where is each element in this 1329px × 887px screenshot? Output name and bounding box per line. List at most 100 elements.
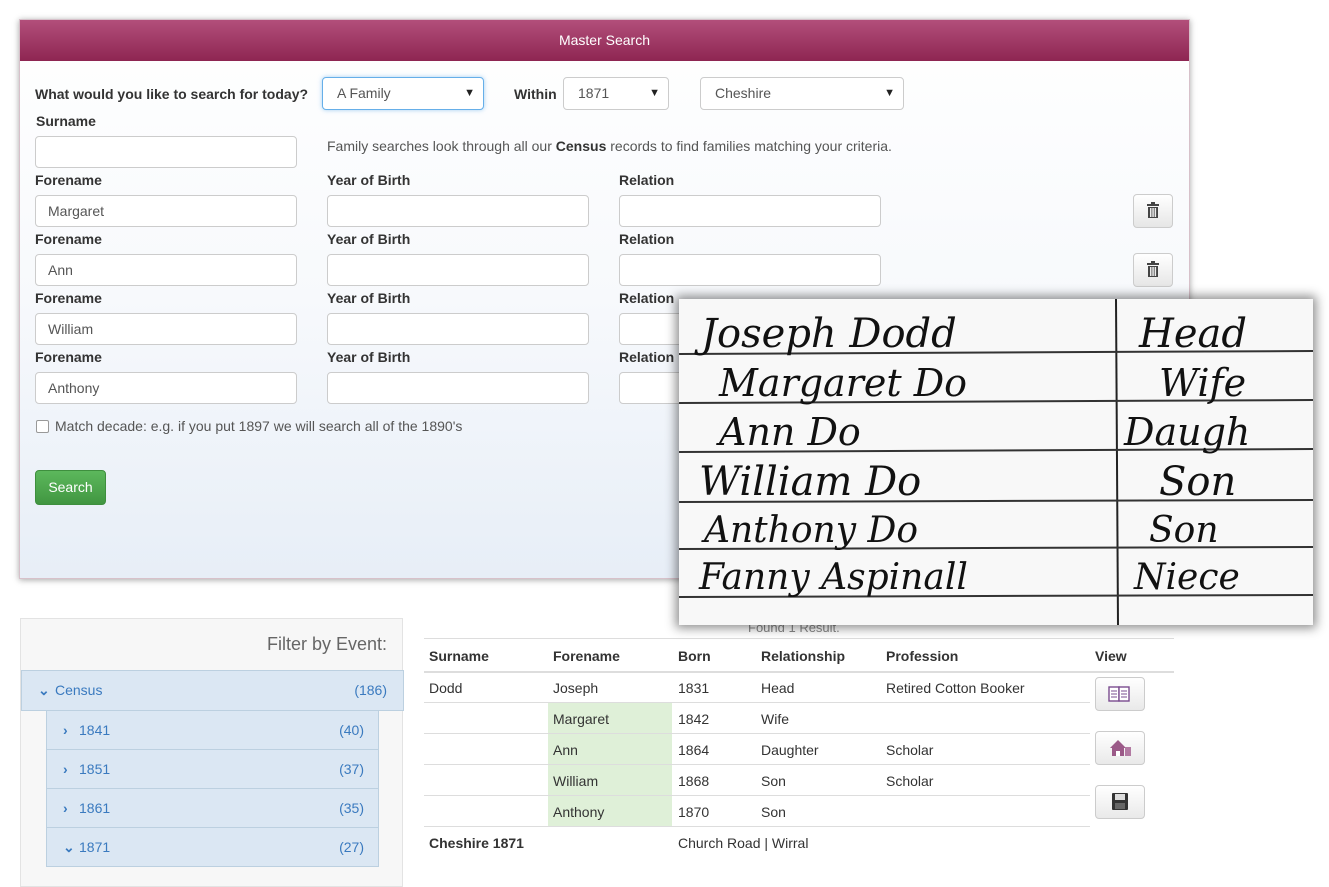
floppy-disk-icon [1112,793,1128,810]
cell-born: 1831 [678,680,710,696]
census-name: Fanny Aspinall [698,557,968,598]
row-divider [424,733,1090,734]
row-divider [424,764,1090,765]
cell-born: 1842 [678,711,710,727]
cell-profession: Retired Cotton Booker [886,680,1025,696]
view-transcript-button[interactable] [1095,677,1145,711]
cell-forename: Anthony [553,804,605,820]
filter-year-label: 1871 [79,839,111,855]
census-relation: Head [1138,311,1247,357]
census-image-overlay: Joseph Dodd Head Margaret Do Wife Ann Do… [679,299,1313,625]
match-decade-checkbox[interactable] [36,420,49,433]
header-divider [424,671,1174,673]
census-name: Ann Do [716,410,861,454]
county-value: Cheshire [715,85,772,101]
header-forename: Forename [553,648,620,664]
surname-label: Surname [36,113,96,129]
forename-label: Forename [35,172,102,188]
info-prefix: Family searches look through all our [327,138,556,154]
within-label: Within [514,86,557,102]
row-divider [424,702,1090,703]
forename-input[interactable]: Margaret [35,195,297,227]
chevron-down-icon: ▼ [649,87,660,99]
footer-address: Church Road | Wirral [678,835,809,851]
surname-input[interactable] [35,136,297,168]
forename-input[interactable]: Anthony [35,372,297,404]
yob-label: Year of Birth [327,290,411,306]
census-relation: Niece [1133,557,1240,598]
cell-profession: Scholar [886,773,934,789]
header-born: Born [678,648,711,664]
remove-row-button[interactable] [1133,194,1173,228]
cell-relationship: Head [761,680,795,696]
filter-year-1861[interactable]: › 1861 (35) [46,788,379,828]
yob-input[interactable] [327,254,589,286]
info-suffix: records to find families matching your c… [606,138,892,154]
forename-input[interactable]: Ann [35,254,297,286]
view-household-button[interactable] [1095,731,1145,765]
row-divider [424,795,1090,796]
census-name: Anthony Do [701,510,918,551]
search-question: What would you like to search for today? [35,86,309,102]
county-select[interactable]: Cheshire ▼ [700,77,904,110]
filter-year-1871[interactable]: ⌄ 1871 (27) [46,827,379,867]
forename-label: Forename [35,290,102,306]
chevron-down-icon: ▼ [464,87,475,99]
relation-label: Relation [619,172,675,188]
census-handwriting-image: Joseph Dodd Head Margaret Do Wife Ann Do… [679,299,1313,625]
year-value: 1871 [578,85,610,101]
cell-forename: Margaret [553,711,610,727]
search-type-value: A Family [337,85,391,101]
house-icon [1110,740,1131,756]
chevron-down-icon: ⌄ [38,682,50,698]
cell-relationship: Son [761,773,786,789]
chevron-right-icon: › [63,761,68,777]
cell-forename: William [553,773,599,789]
search-button[interactable]: Search [35,470,106,505]
filter-year-count: (35) [339,800,364,816]
filter-year-label: 1841 [79,722,111,738]
cell-profession: Scholar [886,742,934,758]
filter-census-count: (186) [354,682,387,698]
census-name: Joseph Dodd [694,311,957,357]
header-view: View [1095,648,1127,664]
trash-icon [1147,202,1159,218]
year-select[interactable]: 1871 ▼ [563,77,669,110]
chevron-down-icon: ⌄ [63,839,75,855]
cell-born: 1868 [678,773,710,789]
relation-label: Relation [619,349,675,365]
filter-year-count: (37) [339,761,364,777]
cell-forename: Joseph [553,680,599,696]
relation-label: Relation [619,231,675,247]
yob-input[interactable] [327,313,589,345]
filter-year-1841[interactable]: › 1841 (40) [46,710,379,750]
save-record-button[interactable] [1095,785,1145,819]
info-bold: Census [555,138,607,154]
filter-census[interactable]: ⌄ Census (186) [21,670,404,711]
census-name: William Do [699,459,921,505]
forename-label: Forename [35,231,102,247]
filter-year-count: (27) [339,839,364,855]
table-top-divider [424,638,1174,639]
forename-input[interactable]: William [35,313,297,345]
filter-year-1851[interactable]: › 1851 (37) [46,749,379,789]
panel-title: Master Search [20,20,1189,61]
transcript-icon [1108,686,1130,702]
chevron-down-icon: ▼ [884,87,895,99]
row-divider [424,826,1090,827]
cell-born: 1870 [678,804,710,820]
header-relationship: Relationship [761,648,846,664]
census-relation: Daugh [1123,410,1250,454]
relation-input[interactable] [619,195,881,227]
forename-label: Forename [35,349,102,365]
census-name: Margaret Do [718,361,967,405]
family-search-info: Family searches look through all our Cen… [327,138,892,154]
trash-icon [1147,261,1159,277]
cell-forename: Ann [553,742,578,758]
yob-input[interactable] [327,195,589,227]
search-type-select[interactable]: A Family ▼ [322,77,484,110]
yob-input[interactable] [327,372,589,404]
cell-relationship: Son [761,804,786,820]
remove-row-button[interactable] [1133,253,1173,287]
relation-input[interactable] [619,254,881,286]
